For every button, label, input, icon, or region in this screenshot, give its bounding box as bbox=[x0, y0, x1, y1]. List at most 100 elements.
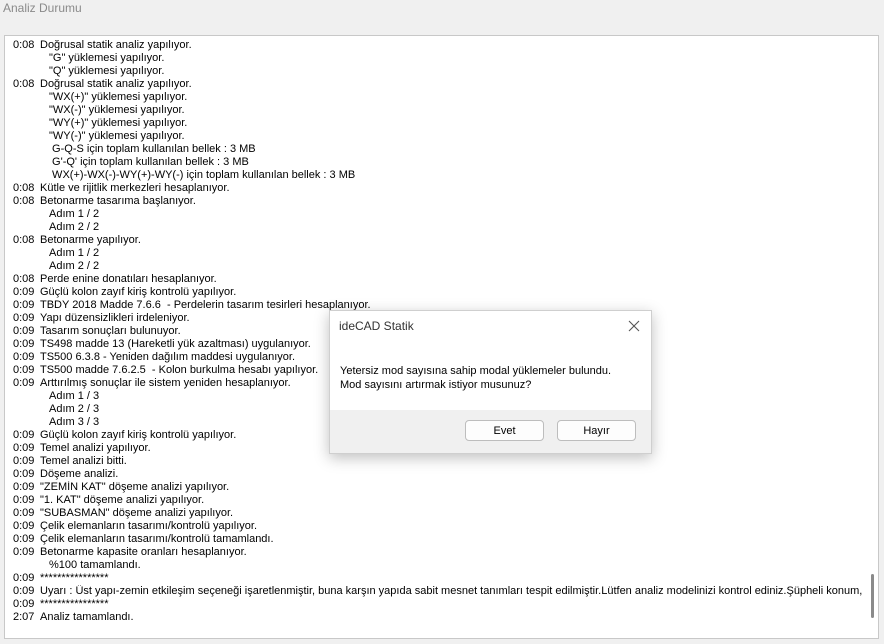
log-message: "Q" yüklemesi yapılıyor. bbox=[49, 65, 165, 77]
log-message: Temel analizi yapılıyor. bbox=[40, 442, 151, 454]
log-line: Adım 1 / 2 bbox=[13, 247, 863, 260]
log-message: "WX(+)" yüklemesi yapılıyor. bbox=[49, 91, 188, 103]
log-line: 0:08 Kütle ve rijitlik merkezleri hesapla… bbox=[13, 182, 863, 195]
log-time: 0:09 bbox=[13, 299, 35, 311]
log-message: "SUBASMAN" döşeme analizi yapılıyor. bbox=[40, 507, 234, 519]
log-message: Arttırılmış sonuçlar ile sistem yeniden … bbox=[40, 377, 291, 389]
log-line: Adım 1 / 2 bbox=[13, 208, 863, 221]
dialog-message-line: Mod sayısını artırmak istiyor musunuz? bbox=[340, 379, 532, 391]
log-line: 0:09 Döşeme analizi. bbox=[13, 468, 863, 481]
log-time: 0:09 bbox=[13, 572, 35, 584]
log-time: 0:09 bbox=[13, 481, 35, 493]
vertical-scrollbar[interactable] bbox=[871, 574, 874, 618]
log-time: 0:09 bbox=[13, 494, 35, 506]
log-message: "WX(-)" yüklemesi yapılıyor. bbox=[49, 104, 185, 116]
log-message: Adım 2 / 3 bbox=[49, 403, 100, 415]
log-message: WX(+)-WX(-)-WY(+)-WY(-) için toplam kull… bbox=[49, 169, 356, 181]
log-message: Adım 2 / 2 bbox=[49, 221, 100, 233]
yes-button[interactable]: Evet bbox=[465, 420, 544, 441]
log-message: "ZEMİN KAT" döşeme analizi yapılıyor. bbox=[40, 481, 230, 493]
log-line: G-Q-S için toplam kullanılan bellek : 3 … bbox=[13, 143, 863, 156]
log-time: 0:09 bbox=[13, 585, 35, 597]
log-time: 0:09 bbox=[13, 468, 35, 480]
dialog-title: ideCAD Statik bbox=[339, 319, 414, 333]
log-line: "Q" yüklemesi yapılıyor. bbox=[13, 65, 863, 78]
log-time: 2:07 bbox=[13, 611, 35, 623]
log-line: G'-Q' için toplam kullanılan bellek : 3 … bbox=[13, 156, 863, 169]
log-time: 0:08 bbox=[13, 182, 35, 194]
log-time: 0:08 bbox=[13, 273, 35, 285]
log-message: Uyarı : Üst yapı-zemin etkileşim seçeneğ… bbox=[40, 585, 863, 597]
log-line: 0:09 "SUBASMAN" döşeme analizi yapılıyor. bbox=[13, 507, 863, 520]
log-message: TBDY 2018 Madde 7.6.6 - Perdelerin tasar… bbox=[40, 299, 371, 311]
log-time: 0:08 bbox=[13, 78, 35, 90]
log-time: 0:09 bbox=[13, 429, 35, 441]
log-message: "1. KAT" döşeme analizi yapılıyor. bbox=[40, 494, 205, 506]
log-line: %100 tamamlandı. bbox=[13, 559, 863, 572]
log-line: 0:08 Betonarme yapılıyor. bbox=[13, 234, 863, 247]
confirm-dialog: ideCAD Statik Yetersiz mod sayısına sahi… bbox=[329, 310, 652, 454]
log-message: Yapı düzensizlikleri irdeleniyor. bbox=[40, 312, 190, 324]
log-time: 0:08 bbox=[13, 195, 35, 207]
log-message: %100 tamamlandı. bbox=[49, 559, 141, 571]
log-message: Döşeme analizi. bbox=[40, 468, 119, 480]
log-message: Güçlü kolon zayıf kiriş kontrolü yapılıy… bbox=[40, 429, 237, 441]
close-icon bbox=[628, 320, 640, 332]
log-time: 0:09 bbox=[13, 507, 35, 519]
log-message: Çelik elemanların tasarımı/kontrolü tama… bbox=[40, 533, 274, 545]
log-line: 0:09 Betonarme kapasite oranları hesaplan… bbox=[13, 546, 863, 559]
log-message: Adım 3 / 3 bbox=[49, 416, 100, 428]
log-message: Betonarme kapasite oranları hesaplanıyor… bbox=[40, 546, 247, 558]
log-message: **************** bbox=[40, 572, 109, 584]
log-line: 0:09 "1. KAT" döşeme analizi yapılıyor. bbox=[13, 494, 863, 507]
log-time: 0:09 bbox=[13, 598, 35, 610]
no-button[interactable]: Hayır bbox=[557, 420, 636, 441]
dialog-close-button[interactable] bbox=[623, 315, 645, 337]
log-line: "WY(-)" yüklemesi yapılıyor. bbox=[13, 130, 863, 143]
log-message: Adım 1 / 2 bbox=[49, 247, 100, 259]
log-message: Betonarme yapılıyor. bbox=[40, 234, 141, 246]
log-time: 0:09 bbox=[13, 533, 35, 545]
log-line: 0:09 Güçlü kolon zayıf kiriş kontrolü yap… bbox=[13, 286, 863, 299]
log-time: 0:09 bbox=[13, 442, 35, 454]
log-line: 0:08 Doğrusal statik analiz yapılıyor. bbox=[13, 39, 863, 52]
log-message: Adım 1 / 3 bbox=[49, 390, 100, 402]
log-line: WX(+)-WX(-)-WY(+)-WY(-) için toplam kull… bbox=[13, 169, 863, 182]
log-time: 0:09 bbox=[13, 546, 35, 558]
log-time: 0:08 bbox=[13, 234, 35, 246]
log-message: Betonarme tasarıma başlanıyor. bbox=[40, 195, 196, 207]
log-line: 0:09 Çelik elemanların tasarımı/kontrolü … bbox=[13, 533, 863, 546]
log-message: Kütle ve rijitlik merkezleri hesaplanıyo… bbox=[40, 182, 230, 194]
log-time: 0:09 bbox=[13, 312, 35, 324]
log-line: Adım 2 / 2 bbox=[13, 260, 863, 273]
log-message: **************** bbox=[40, 598, 109, 610]
log-line: 0:09 **************** bbox=[13, 598, 863, 611]
log-line: "G" yüklemesi yapılıyor. bbox=[13, 52, 863, 65]
log-message: Doğrusal statik analiz yapılıyor. bbox=[40, 39, 192, 51]
log-message: Tasarım sonuçları bulunuyor. bbox=[40, 325, 181, 337]
log-message: TS498 madde 13 (Hareketli yük azaltması)… bbox=[40, 338, 311, 350]
log-line: 0:09 **************** bbox=[13, 572, 863, 585]
log-message: TS500 madde 7.6.2.5 - Kolon burkulma hes… bbox=[40, 364, 319, 376]
log-message: Güçlü kolon zayıf kiriş kontrolü yapılıy… bbox=[40, 286, 237, 298]
log-line: "WX(+)" yüklemesi yapılıyor. bbox=[13, 91, 863, 104]
log-line: 0:08 Doğrusal statik analiz yapılıyor. bbox=[13, 78, 863, 91]
log-time: 0:09 bbox=[13, 286, 35, 298]
log-line: Adım 2 / 2 bbox=[13, 221, 863, 234]
log-message: Adım 2 / 2 bbox=[49, 260, 100, 272]
log-time: 0:09 bbox=[13, 351, 35, 363]
log-line: 2:07 Analiz tamamlandı. bbox=[13, 611, 863, 624]
log-line: 0:08 Perde enine donatıları hesaplanıyor. bbox=[13, 273, 863, 286]
log-message: "WY(-)" yüklemesi yapılıyor. bbox=[49, 130, 185, 142]
log-time: 0:09 bbox=[13, 520, 35, 532]
log-message: TS500 6.3.8 - Yeniden dağılım maddesi uy… bbox=[40, 351, 296, 363]
log-message: Adım 1 / 2 bbox=[49, 208, 100, 220]
log-line: 0:09 "ZEMİN KAT" döşeme analizi yapılıyor… bbox=[13, 481, 863, 494]
log-message: Perde enine donatıları hesaplanıyor. bbox=[40, 273, 217, 285]
dialog-message: Yetersiz mod sayısına sahip modal yüklem… bbox=[340, 364, 640, 392]
log-line: 0:09 Temel analizi bitti. bbox=[13, 455, 863, 468]
log-line: 0:08 Betonarme tasarıma başlanıyor. bbox=[13, 195, 863, 208]
log-message: G-Q-S için toplam kullanılan bellek : 3 … bbox=[49, 143, 256, 155]
log-message: "G" yüklemesi yapılıyor. bbox=[49, 52, 165, 64]
log-line: "WY(+)" yüklemesi yapılıyor. bbox=[13, 117, 863, 130]
